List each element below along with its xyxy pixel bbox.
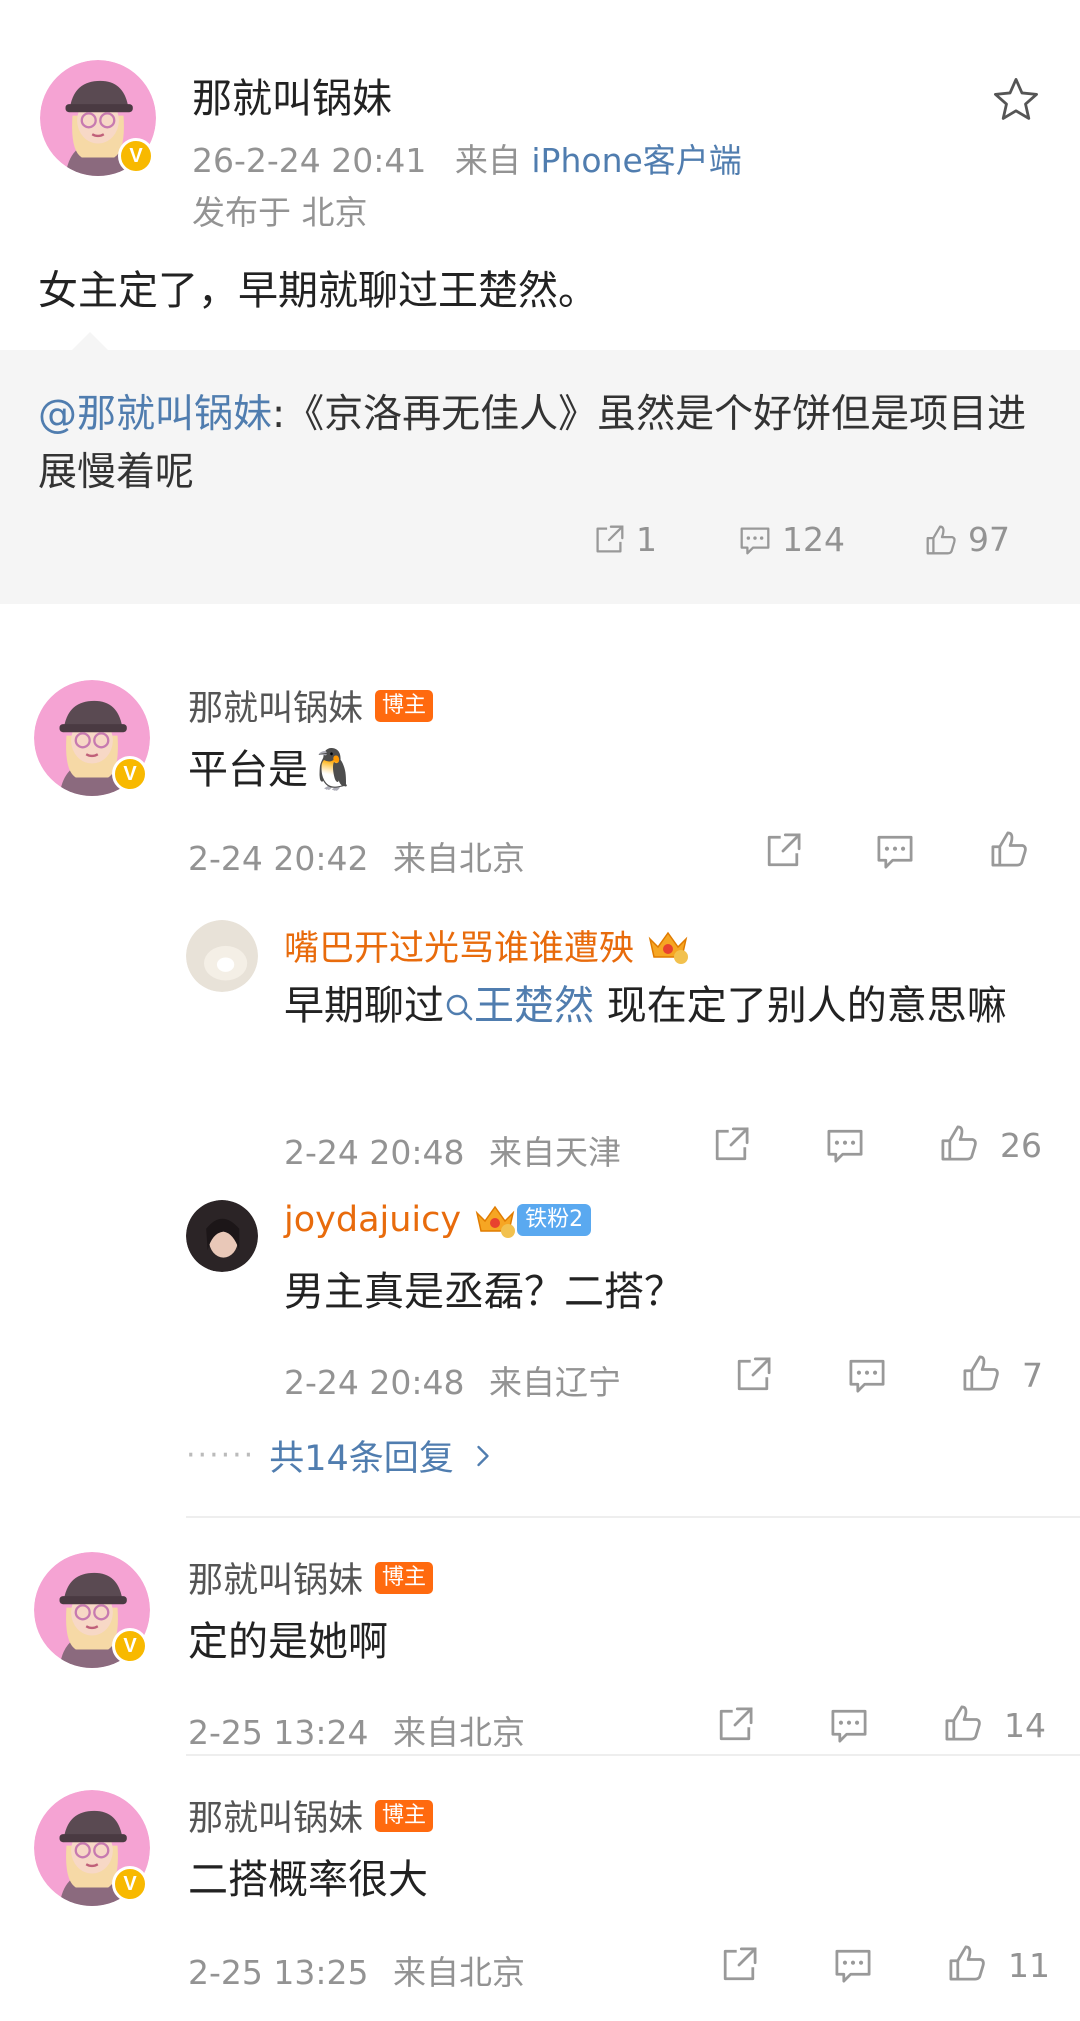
- comment-icon: [740, 526, 770, 554]
- blogger-tag: 博主: [375, 1799, 434, 1832]
- comment-time: 2-25 13:24: [188, 1713, 369, 1752]
- comment-icon[interactable]: [822, 1122, 868, 1168]
- repost-notch: [72, 332, 108, 350]
- verified-badge-icon: V: [112, 1628, 148, 1664]
- verified-badge-icon: V: [118, 138, 154, 174]
- more-replies-link[interactable]: ······ 共14条回复: [186, 1430, 492, 1481]
- comment-time: 2-24 20:42: [188, 839, 369, 878]
- favorite-star-icon[interactable]: [990, 74, 1042, 126]
- comment-location: 来自北京: [393, 1953, 525, 1992]
- comment-meta: 2-25 13:25 来自北京: [188, 1946, 525, 1994]
- reply-avatar[interactable]: [186, 920, 258, 992]
- comment-author[interactable]: 那就叫锅妹 博主: [188, 1552, 434, 1603]
- verified-badge-icon: V: [112, 756, 148, 792]
- reply-text: 男主真是丞磊？二搭？: [284, 1269, 684, 1315]
- comment-icon[interactable]: [844, 1352, 890, 1398]
- comment-icon[interactable]: [826, 1702, 872, 1748]
- comment-meta: 2-25 13:24 来自北京: [188, 1706, 525, 1754]
- comment-location: 来自北京: [393, 1713, 525, 1752]
- repost-like-count: 97: [968, 520, 1010, 559]
- reply-author-name: 嘴巴开过光骂谁谁遭殃: [284, 929, 635, 969]
- search-topic-icon: [446, 994, 473, 1021]
- reply-text: 早期聊过 王楚然 现在定了别人的意思嘛: [284, 976, 1044, 1036]
- post-source-client[interactable]: iPhone客户端: [531, 141, 741, 180]
- comment-like-count: 14: [1004, 1706, 1046, 1745]
- reply-author-name: joydajuicy: [284, 1200, 462, 1240]
- avatar-image: [186, 1200, 258, 1272]
- reply-meta: 2-24 20:48 来自天津: [284, 1126, 621, 1174]
- share-icon[interactable]: [730, 1352, 776, 1398]
- reply-location: 来自辽宁: [489, 1363, 621, 1402]
- reply-author[interactable]: 嘴巴开过光骂谁谁遭殃: [284, 920, 690, 971]
- comment-divider: [186, 1516, 1080, 1518]
- comment-author[interactable]: 那就叫锅妹 博主: [188, 1790, 434, 1841]
- repost-count: 1: [636, 520, 657, 559]
- post-date: 26-2-24 20:41: [192, 141, 427, 180]
- post-location: 发布于 北京: [192, 193, 368, 232]
- comment-text: 定的是她啊: [188, 1619, 388, 1665]
- comment-icon[interactable]: [872, 828, 918, 874]
- reply-like-count: 26: [1000, 1126, 1042, 1165]
- like-icon[interactable]: [958, 1350, 1004, 1396]
- comment-text: 平台是🐧: [188, 747, 358, 793]
- like-icon[interactable]: [936, 1120, 982, 1166]
- like-icon[interactable]: [986, 826, 1032, 872]
- comment-author-name: 那就叫锅妹: [188, 1799, 364, 1839]
- repost-mention[interactable]: @那就叫锅妹: [38, 392, 272, 437]
- comment-text: 二搭概率很大: [188, 1857, 428, 1903]
- reply-time: 2-24 20:48: [284, 1363, 465, 1402]
- reply-meta: 2-24 20:48 来自辽宁: [284, 1356, 621, 1404]
- verified-badge-icon: V: [112, 1866, 148, 1902]
- repost-comment-count: 124: [782, 520, 845, 559]
- comment-icon[interactable]: [830, 1942, 876, 1988]
- post-meta: 26-2-24 20:41 来自 iPhone客户端: [192, 134, 742, 182]
- crown-level-icon: [473, 1201, 517, 1239]
- share-icon[interactable]: [708, 1122, 754, 1168]
- comment-divider: [186, 1754, 1080, 1756]
- comment-location: 来自北京: [393, 839, 525, 878]
- fan-badge: 铁粉2: [517, 1204, 592, 1236]
- share-icon[interactable]: [712, 1702, 758, 1748]
- topic-link[interactable]: 王楚然: [444, 983, 594, 1029]
- dots-separator: ······: [186, 1438, 256, 1473]
- crown-level-icon: [646, 927, 690, 965]
- reply-avatar[interactable]: [186, 1200, 258, 1272]
- avatar-image: [186, 920, 258, 992]
- blogger-tag: 博主: [375, 1561, 434, 1594]
- share-icon: [596, 525, 624, 553]
- comment-time: 2-25 13:25: [188, 1953, 369, 1992]
- post-author-name[interactable]: 那就叫锅妹: [192, 66, 392, 124]
- repost-comment-stat[interactable]: 124: [736, 520, 845, 559]
- reply-text-after: 现在定了别人的意思嘛: [594, 983, 1007, 1029]
- comment-author[interactable]: 那就叫锅妹 博主: [188, 680, 434, 731]
- share-icon[interactable]: [760, 828, 806, 874]
- like-icon: [926, 525, 956, 554]
- post-header: V 那就叫锅妹 26-2-24 20:41 来自 iPhone客户端 发布于 北…: [0, 0, 1080, 260]
- share-icon[interactable]: [716, 1942, 762, 1988]
- repost-stats: 1 124 97: [0, 520, 1080, 570]
- repost-share-stat[interactable]: 1: [590, 520, 657, 559]
- comment-meta: 2-24 20:42 来自北京: [188, 832, 525, 880]
- more-replies-text: 共14条回复: [269, 1439, 454, 1479]
- blogger-tag: 博主: [375, 689, 434, 722]
- repost-text: @那就叫锅妹:《京洛再无佳人》虽然是个好饼但是项目进展慢着呢: [38, 386, 1038, 502]
- post-source-prefix: 来自: [454, 141, 521, 180]
- reply-time: 2-24 20:48: [284, 1133, 465, 1172]
- comment-like-count: 11: [1008, 1946, 1050, 1985]
- post-body-text: 女主定了，早期就聊过王楚然。: [38, 268, 598, 314]
- topic-text: 王楚然: [474, 983, 594, 1029]
- comment-author-name: 那就叫锅妹: [188, 689, 364, 729]
- reply-author[interactable]: joydajuicy 铁粉2: [284, 1200, 592, 1240]
- reply-like-count: 7: [1022, 1356, 1043, 1395]
- repost-like-stat[interactable]: 97: [922, 520, 1010, 559]
- reply-text-before: 早期聊过: [284, 983, 444, 1029]
- like-icon[interactable]: [940, 1700, 986, 1746]
- comment-author-name: 那就叫锅妹: [188, 1561, 364, 1601]
- like-icon[interactable]: [944, 1940, 990, 1986]
- chevron-right-icon: [477, 1445, 489, 1466]
- reply-location: 来自天津: [489, 1133, 621, 1172]
